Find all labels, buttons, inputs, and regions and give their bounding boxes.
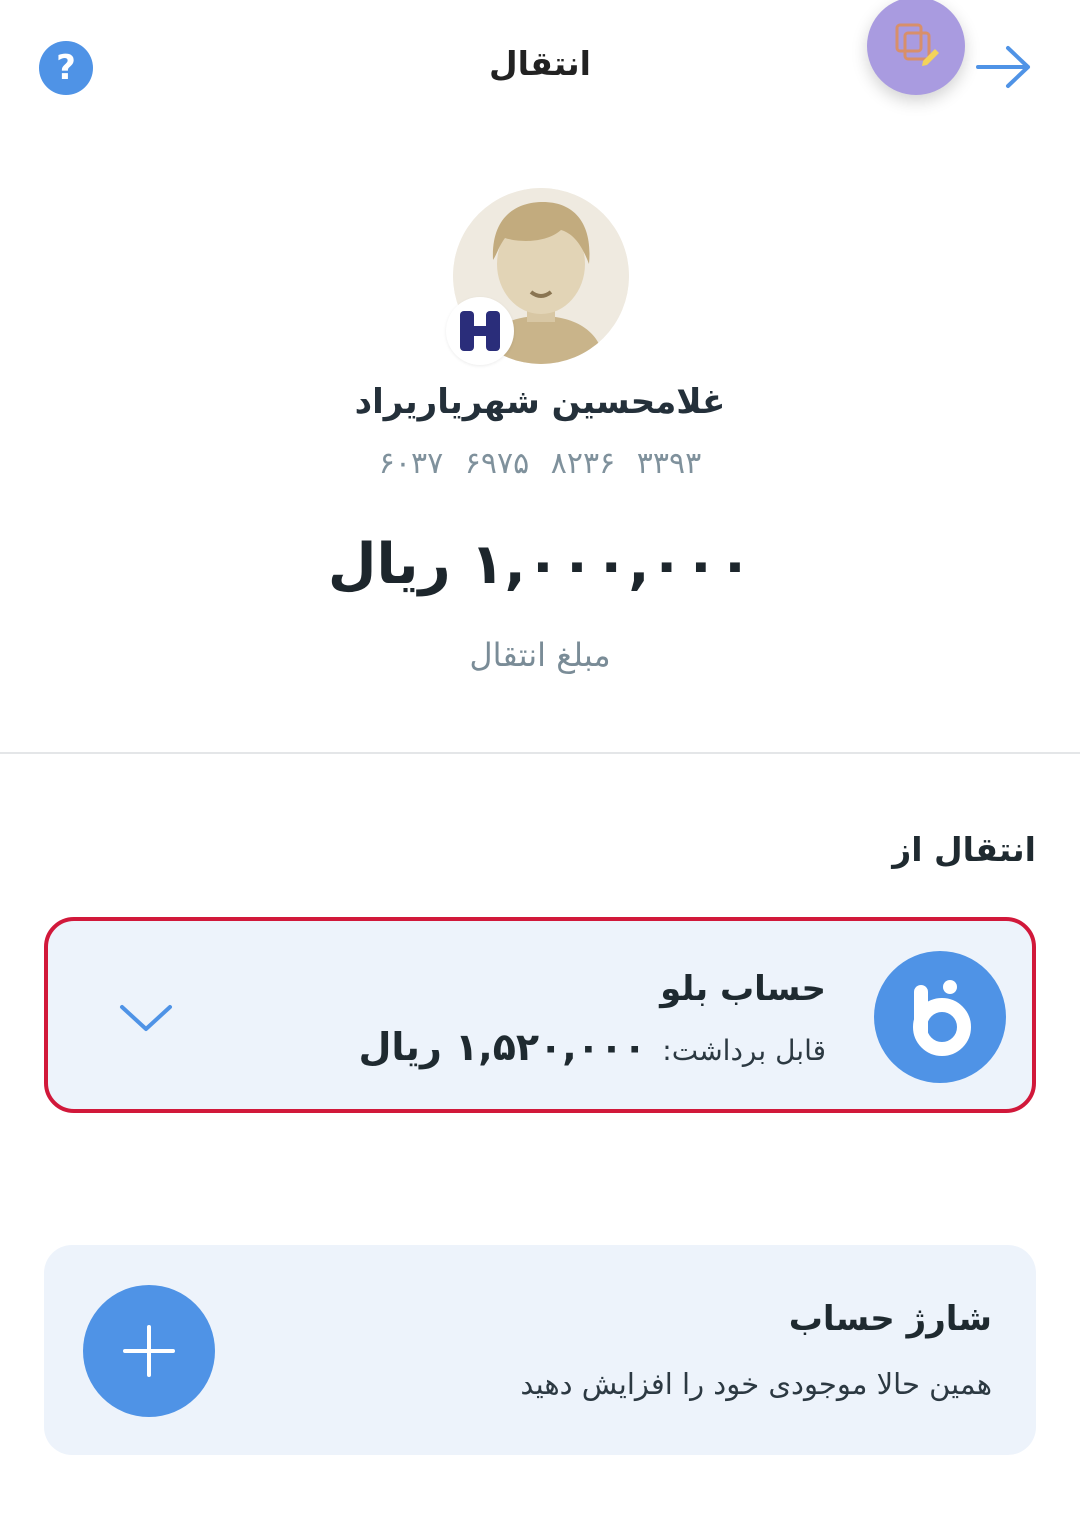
- transfer-screen: ? انتقال غلامحسین شهریاریراد ۶۰۳۷ ۶۹۷۵ ۸…: [0, 0, 1080, 1513]
- copy-edit-icon: [895, 23, 939, 66]
- divider: [0, 752, 1080, 754]
- plus-icon: [123, 1325, 175, 1377]
- add-charge-button[interactable]: [83, 1285, 215, 1417]
- bank-saderat-icon: [460, 311, 500, 351]
- withdrawable-label: قابل برداشت:: [662, 1034, 826, 1067]
- source-section-title: انتقال از: [892, 830, 1036, 869]
- blu-logo: [874, 951, 1006, 1083]
- recipient-name: غلامحسین شهریاریراد: [354, 382, 726, 422]
- charge-account-card[interactable]: شارژ حساب همین حالا موجودی خود را افزایش…: [44, 1245, 1036, 1455]
- account-name: حساب بلو: [660, 969, 826, 1009]
- header: ? انتقال: [0, 0, 1080, 140]
- charge-subtitle: همین حالا موجودی خود را افزایش دهید: [520, 1367, 992, 1401]
- source-account-selector[interactable]: حساب بلو قابل برداشت: ۱,۵۲۰,۰۰۰ ریال: [44, 917, 1036, 1113]
- recipient-card-number: ۶۰۳۷ ۶۹۷۵ ۸۲۳۶ ۳۳۹۳: [378, 446, 702, 481]
- transfer-amount-label: مبلغ انتقال: [469, 636, 611, 674]
- back-button[interactable]: [972, 40, 1036, 94]
- arrow-right-icon: [976, 46, 1030, 88]
- chevron-down-icon[interactable]: [118, 1001, 174, 1035]
- withdrawable-value: ۱,۵۲۰,۰۰۰ ریال: [358, 1025, 647, 1069]
- charge-title: شارژ حساب: [788, 1299, 992, 1339]
- edit-fab-button[interactable]: [867, 0, 965, 95]
- transfer-amount: ۱,۰۰۰,۰۰۰ ریال: [327, 532, 753, 597]
- blu-bank-icon: [913, 980, 971, 1056]
- withdrawable-balance: قابل برداشت: ۱,۵۲۰,۰۰۰ ریال: [358, 1025, 826, 1069]
- bank-badge: [446, 297, 514, 365]
